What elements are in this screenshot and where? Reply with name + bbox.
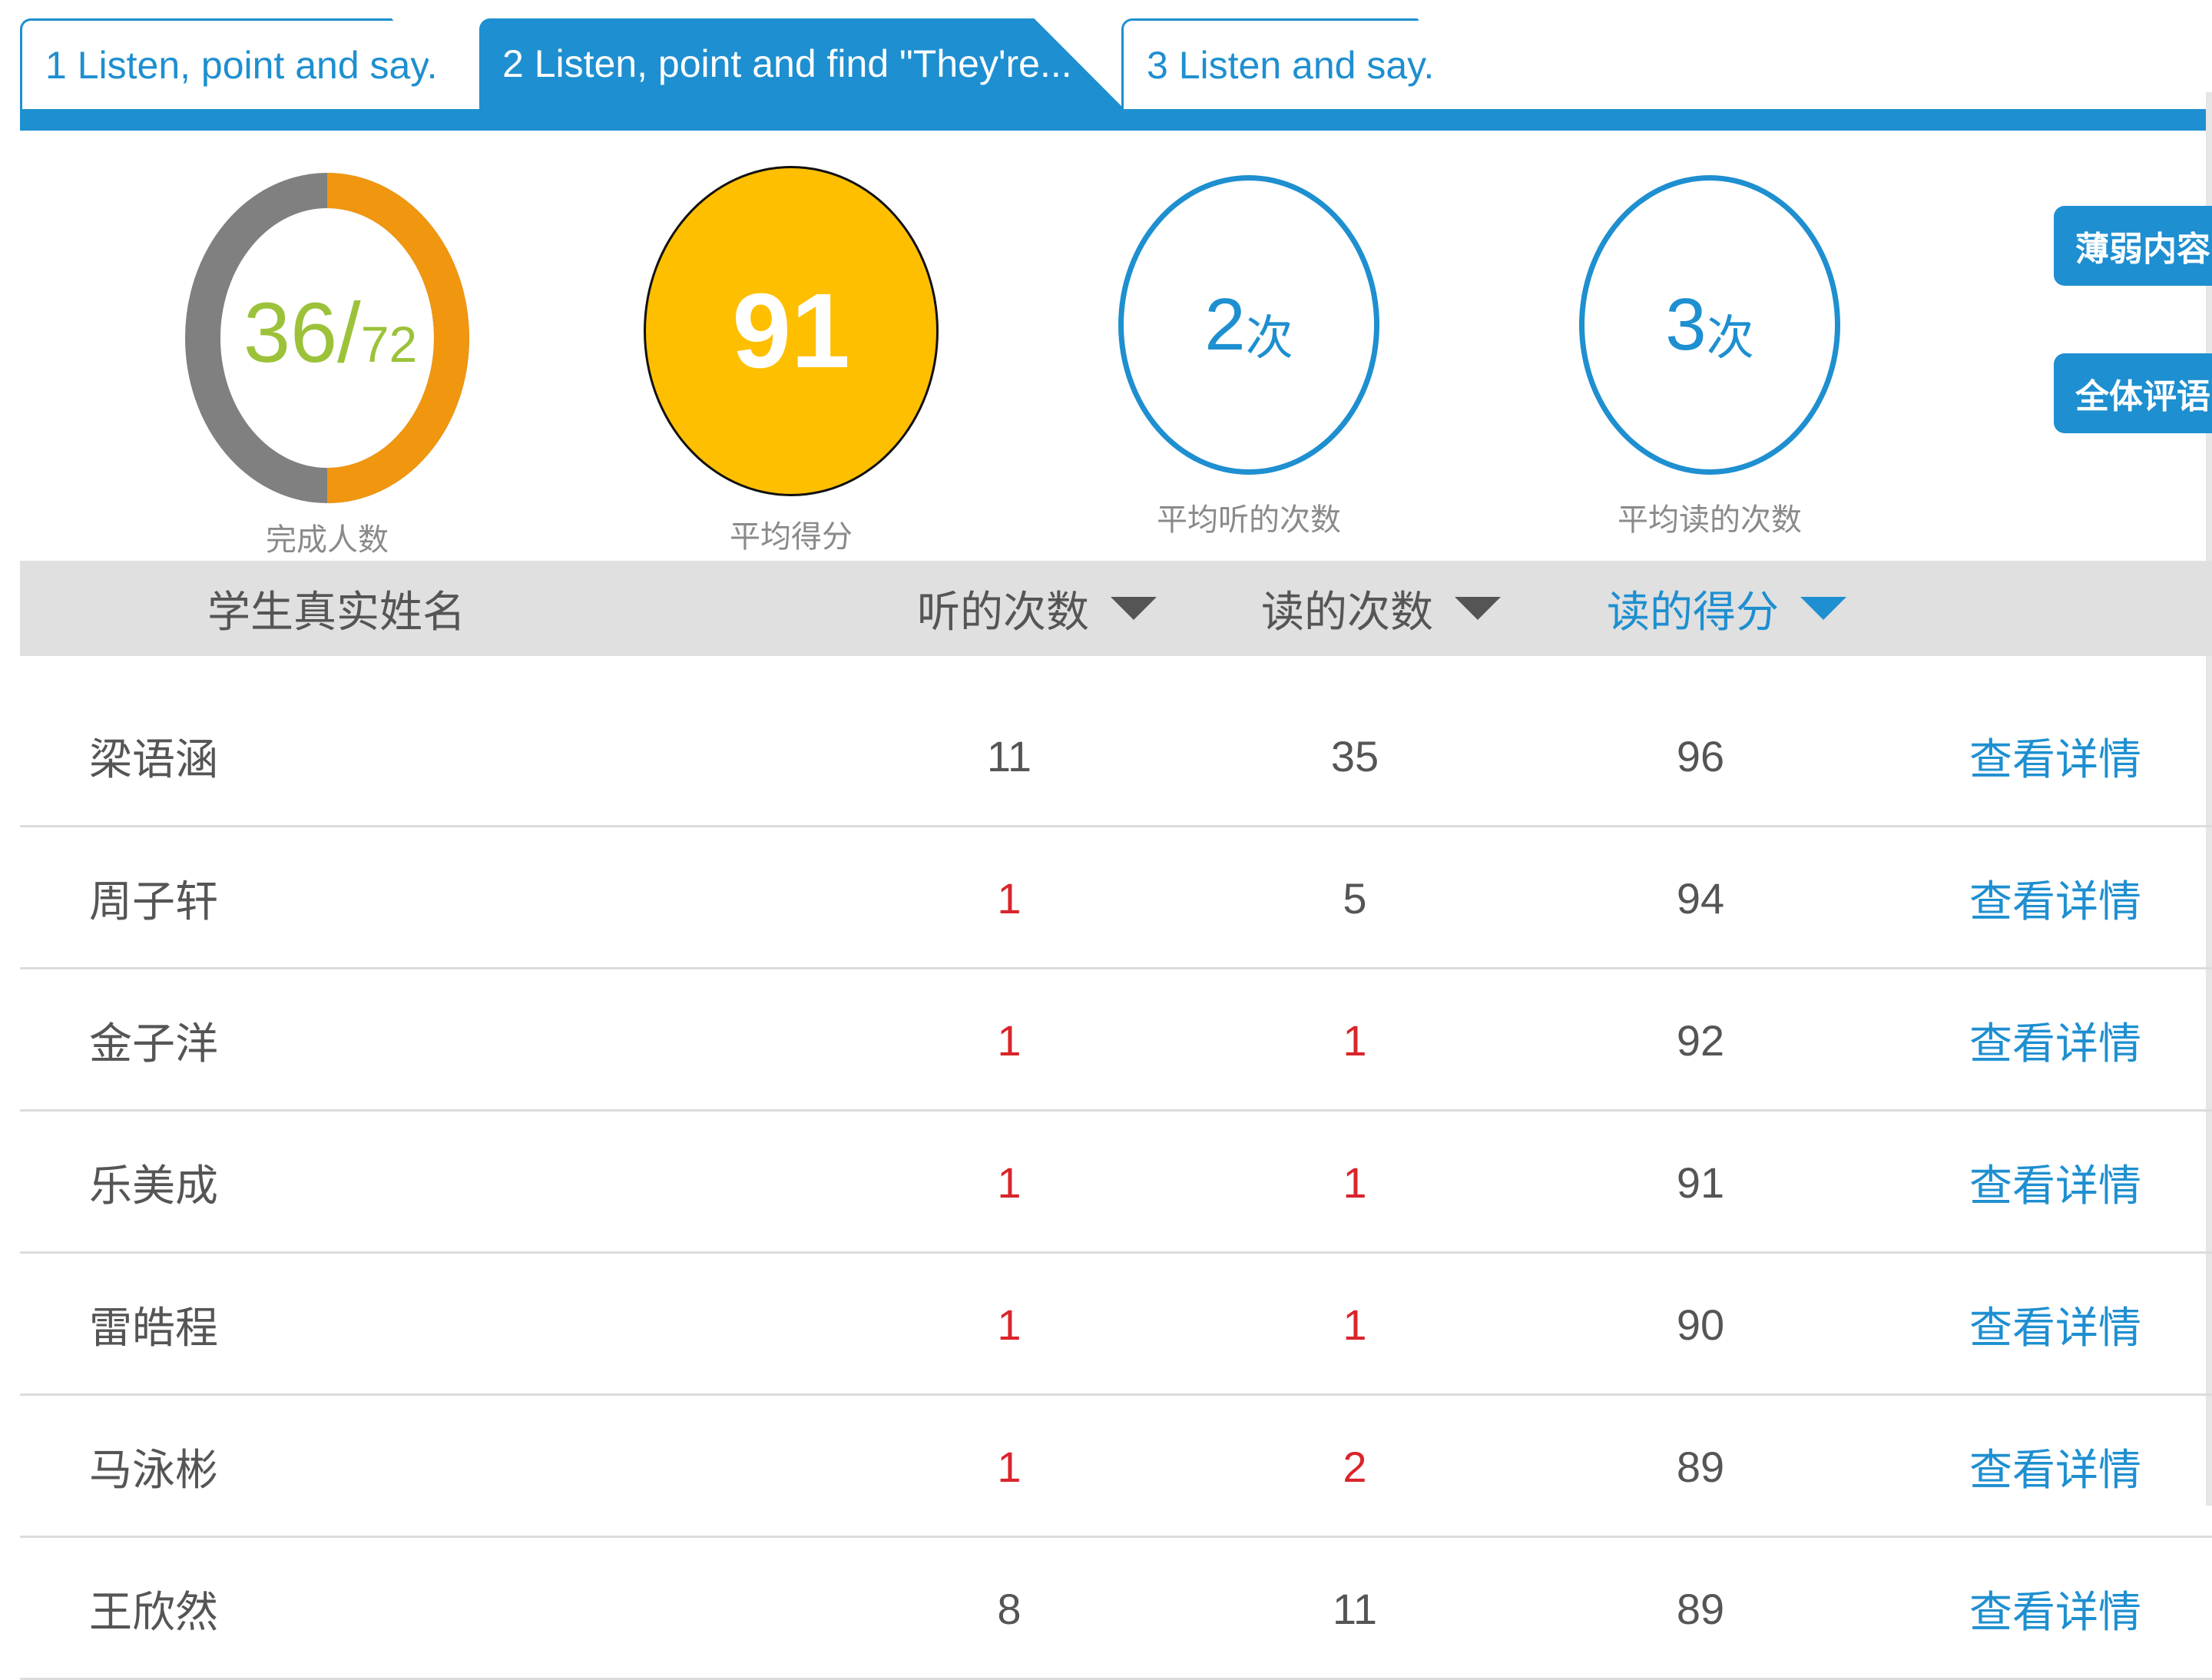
table-row: 金子洋 1 1 92 查看详情	[20, 969, 2212, 1112]
view-details-link[interactable]: 查看详情	[1969, 1538, 2141, 1680]
read-count: 1	[1343, 1301, 1367, 1349]
student-name: 金子洋	[89, 1019, 218, 1068]
student-name: 梁语涵	[89, 735, 218, 784]
completion-total: 72	[360, 316, 418, 373]
avg-read-label: 平均读的次数	[1618, 503, 1802, 537]
tab-3-label: 3 Listen and say.	[1147, 43, 1435, 87]
read-score: 96	[1676, 732, 1725, 780]
view-details-link[interactable]: 查看详情	[1969, 1112, 2141, 1254]
student-name: 雷皓程	[89, 1304, 218, 1352]
table-header: 学生真实姓名 听的次数 读的次数 读的得分	[20, 561, 2212, 656]
weak-content-label: 薄弱内容	[2075, 230, 2210, 268]
view-details-link[interactable]: 查看详情	[1969, 827, 2141, 969]
avg-listen-circle: 2次	[1118, 175, 1379, 475]
tab-1[interactable]: 1 Listen, point and say.	[20, 18, 473, 109]
read-count: 35	[1330, 732, 1379, 780]
read-count: 1	[1343, 1016, 1367, 1065]
table-row: 马泳彬 1 2 89 查看详情	[20, 1396, 2212, 1538]
header-score-label: 读的得分	[1607, 587, 1779, 636]
avg-read-circle: 3次	[1579, 175, 1840, 475]
listen-count: 1	[997, 874, 1022, 923]
completion-value: 36/72	[223, 284, 438, 382]
overall-comment-button[interactable]: 全体评语	[2054, 353, 2212, 433]
avg-listen-label: 平均听的次数	[1157, 503, 1341, 537]
header-name: 学生真实姓名	[207, 561, 465, 656]
sort-down-icon	[1455, 597, 1501, 620]
read-score: 89	[1676, 1585, 1725, 1633]
average-score-value: 91	[732, 271, 850, 390]
sort-score-button[interactable]: 读的得分	[1607, 561, 1846, 656]
tab-bar: 1 Listen, point and say. 2 Listen, point…	[20, 18, 2212, 131]
header-read-label: 读的次数	[1261, 587, 1433, 636]
read-score: 91	[1676, 1158, 1725, 1207]
sort-down-icon	[1111, 597, 1157, 620]
average-score-label: 平均得分	[730, 520, 853, 554]
student-name: 王欣然	[89, 1588, 218, 1636]
sort-read-button[interactable]: 读的次数	[1261, 561, 1501, 656]
listen-count: 1	[997, 1016, 1022, 1065]
tab-2-label: 2 Listen, point and find "They're...	[502, 42, 1072, 85]
tab-3[interactable]: 3 Listen and say.	[1121, 18, 1482, 109]
student-name: 乐美成	[89, 1161, 218, 1210]
read-count: 11	[1332, 1585, 1378, 1633]
sort-listen-button[interactable]: 听的次数	[917, 561, 1157, 656]
listen-count: 11	[986, 732, 1032, 780]
read-score: 90	[1676, 1301, 1725, 1349]
completion-label: 完成人数	[266, 523, 389, 557]
read-count: 1	[1343, 1158, 1367, 1207]
student-name: 周子轩	[89, 877, 218, 926]
average-score-circle: 91	[644, 166, 939, 496]
listen-count: 1	[997, 1443, 1022, 1491]
weak-content-button[interactable]: 薄弱内容	[2054, 206, 2212, 286]
tab-underline	[20, 109, 2212, 131]
avg-listen-value: 2	[1204, 283, 1246, 366]
table-row: 梁语涵 11 35 96 查看详情	[20, 685, 2212, 827]
read-count: 2	[1343, 1443, 1367, 1491]
student-name: 马泳彬	[89, 1446, 218, 1494]
header-listen-label: 听的次数	[917, 587, 1089, 636]
listen-count: 1	[997, 1158, 1022, 1207]
completion-done: 36/	[243, 286, 361, 380]
table-row: 王欣然 8 11 89 查看详情	[20, 1538, 2212, 1680]
avg-read-value: 3	[1665, 283, 1707, 366]
read-count: 5	[1343, 874, 1367, 923]
tab-2[interactable]: 2 Listen, point and find "They're...	[479, 18, 1124, 109]
view-details-link[interactable]: 查看详情	[1969, 1396, 2141, 1538]
tab-1-label: 1 Listen, point and say.	[45, 43, 438, 87]
view-details-link[interactable]: 查看详情	[1969, 685, 2141, 827]
listen-count: 8	[997, 1585, 1022, 1633]
sort-down-icon	[1800, 597, 1846, 620]
view-details-link[interactable]: 查看详情	[1969, 1254, 2141, 1396]
table-row: 乐美成 1 1 91 查看详情	[20, 1112, 2212, 1254]
overall-comment-label: 全体评语	[2075, 378, 2210, 416]
listen-count: 1	[997, 1301, 1022, 1349]
read-score: 89	[1676, 1443, 1725, 1491]
table-row: 周子轩 1 5 94 查看详情	[20, 827, 2212, 969]
read-score: 94	[1676, 874, 1725, 923]
avg-read-unit: 次	[1706, 312, 1754, 365]
view-details-link[interactable]: 查看详情	[1969, 969, 2141, 1112]
read-score: 92	[1676, 1016, 1725, 1065]
avg-listen-unit: 次	[1245, 312, 1293, 365]
table-row: 雷皓程 1 1 90 查看详情	[20, 1254, 2212, 1396]
header-name-label: 学生真实姓名	[207, 587, 465, 636]
